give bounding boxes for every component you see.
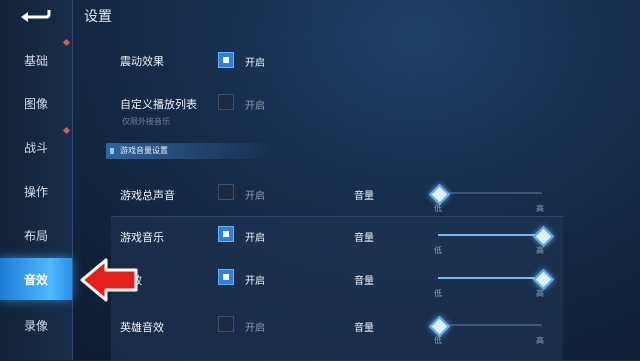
sidebar-item-replay[interactable]: 录像	[0, 305, 72, 345]
volume-label: 音量	[354, 191, 374, 202]
sidebar-item-basic[interactable]: 基础	[0, 40, 72, 80]
vibration-checkbox[interactable]	[218, 52, 234, 68]
volume-low-label: 低	[434, 204, 442, 213]
volume-high-label: 高	[536, 246, 544, 255]
audio-panel	[111, 216, 563, 361]
audio-row-state-text: 开启	[245, 191, 265, 202]
vibration-state-text: 开启	[245, 58, 265, 69]
sidebar: 基础 图像 战斗 操作 布局 音效 录像	[0, 0, 73, 360]
audio-row-state-text: 开启	[245, 323, 265, 334]
volume-high-label: 高	[536, 289, 544, 298]
audio-row-state-text: 开启	[245, 233, 265, 244]
custom-playlist-hint: 仅限外接音乐	[122, 117, 170, 126]
audio-row-checkbox[interactable]	[218, 316, 234, 332]
section-title: 游戏音量设置	[106, 143, 276, 159]
volume-slider-track[interactable]	[438, 234, 542, 236]
sidebar-item-controls[interactable]: 操作	[0, 171, 72, 211]
sidebar-item-layout[interactable]: 布局	[0, 215, 72, 255]
volume-low-label: 低	[434, 289, 442, 298]
volume-slider-track[interactable]	[438, 324, 542, 326]
vibration-label: 震动效果	[120, 55, 164, 68]
volume-label: 音量	[354, 276, 374, 287]
volume-slider-knob[interactable]	[428, 183, 451, 206]
custom-playlist-label: 自定义播放列表	[120, 98, 197, 111]
volume-high-label: 高	[536, 336, 544, 345]
volume-low-label: 低	[434, 336, 442, 345]
audio-row-state-text: 开启	[245, 276, 265, 287]
audio-row-label: 游戏音乐	[120, 231, 164, 244]
volume-high-label: 高	[536, 204, 544, 213]
sidebar-item-graphics[interactable]: 图像	[0, 83, 72, 123]
page-title: 设置	[84, 9, 112, 25]
audio-row-checkbox[interactable]	[218, 269, 234, 285]
volume-slider-fill	[438, 234, 542, 236]
audio-row-label: 英雄音效	[120, 321, 164, 334]
volume-slider-track[interactable]	[438, 277, 542, 279]
volume-low-label: 低	[434, 246, 442, 255]
sidebar-item-combat[interactable]: 战斗	[0, 127, 72, 167]
red-arrow-icon	[78, 256, 140, 304]
custom-playlist-state-text: 开启	[245, 101, 265, 112]
back-icon[interactable]	[18, 6, 52, 26]
volume-label: 音量	[354, 323, 374, 334]
volume-slider-fill	[438, 277, 542, 279]
custom-playlist-checkbox[interactable]	[218, 94, 234, 110]
volume-slider-track[interactable]	[438, 192, 542, 194]
volume-label: 音量	[354, 233, 374, 244]
audio-row-label: 游戏总声音	[120, 189, 175, 202]
audio-row-checkbox[interactable]	[218, 184, 234, 200]
sidebar-item-audio[interactable]: 音效	[0, 258, 72, 300]
audio-row-checkbox[interactable]	[218, 226, 234, 242]
